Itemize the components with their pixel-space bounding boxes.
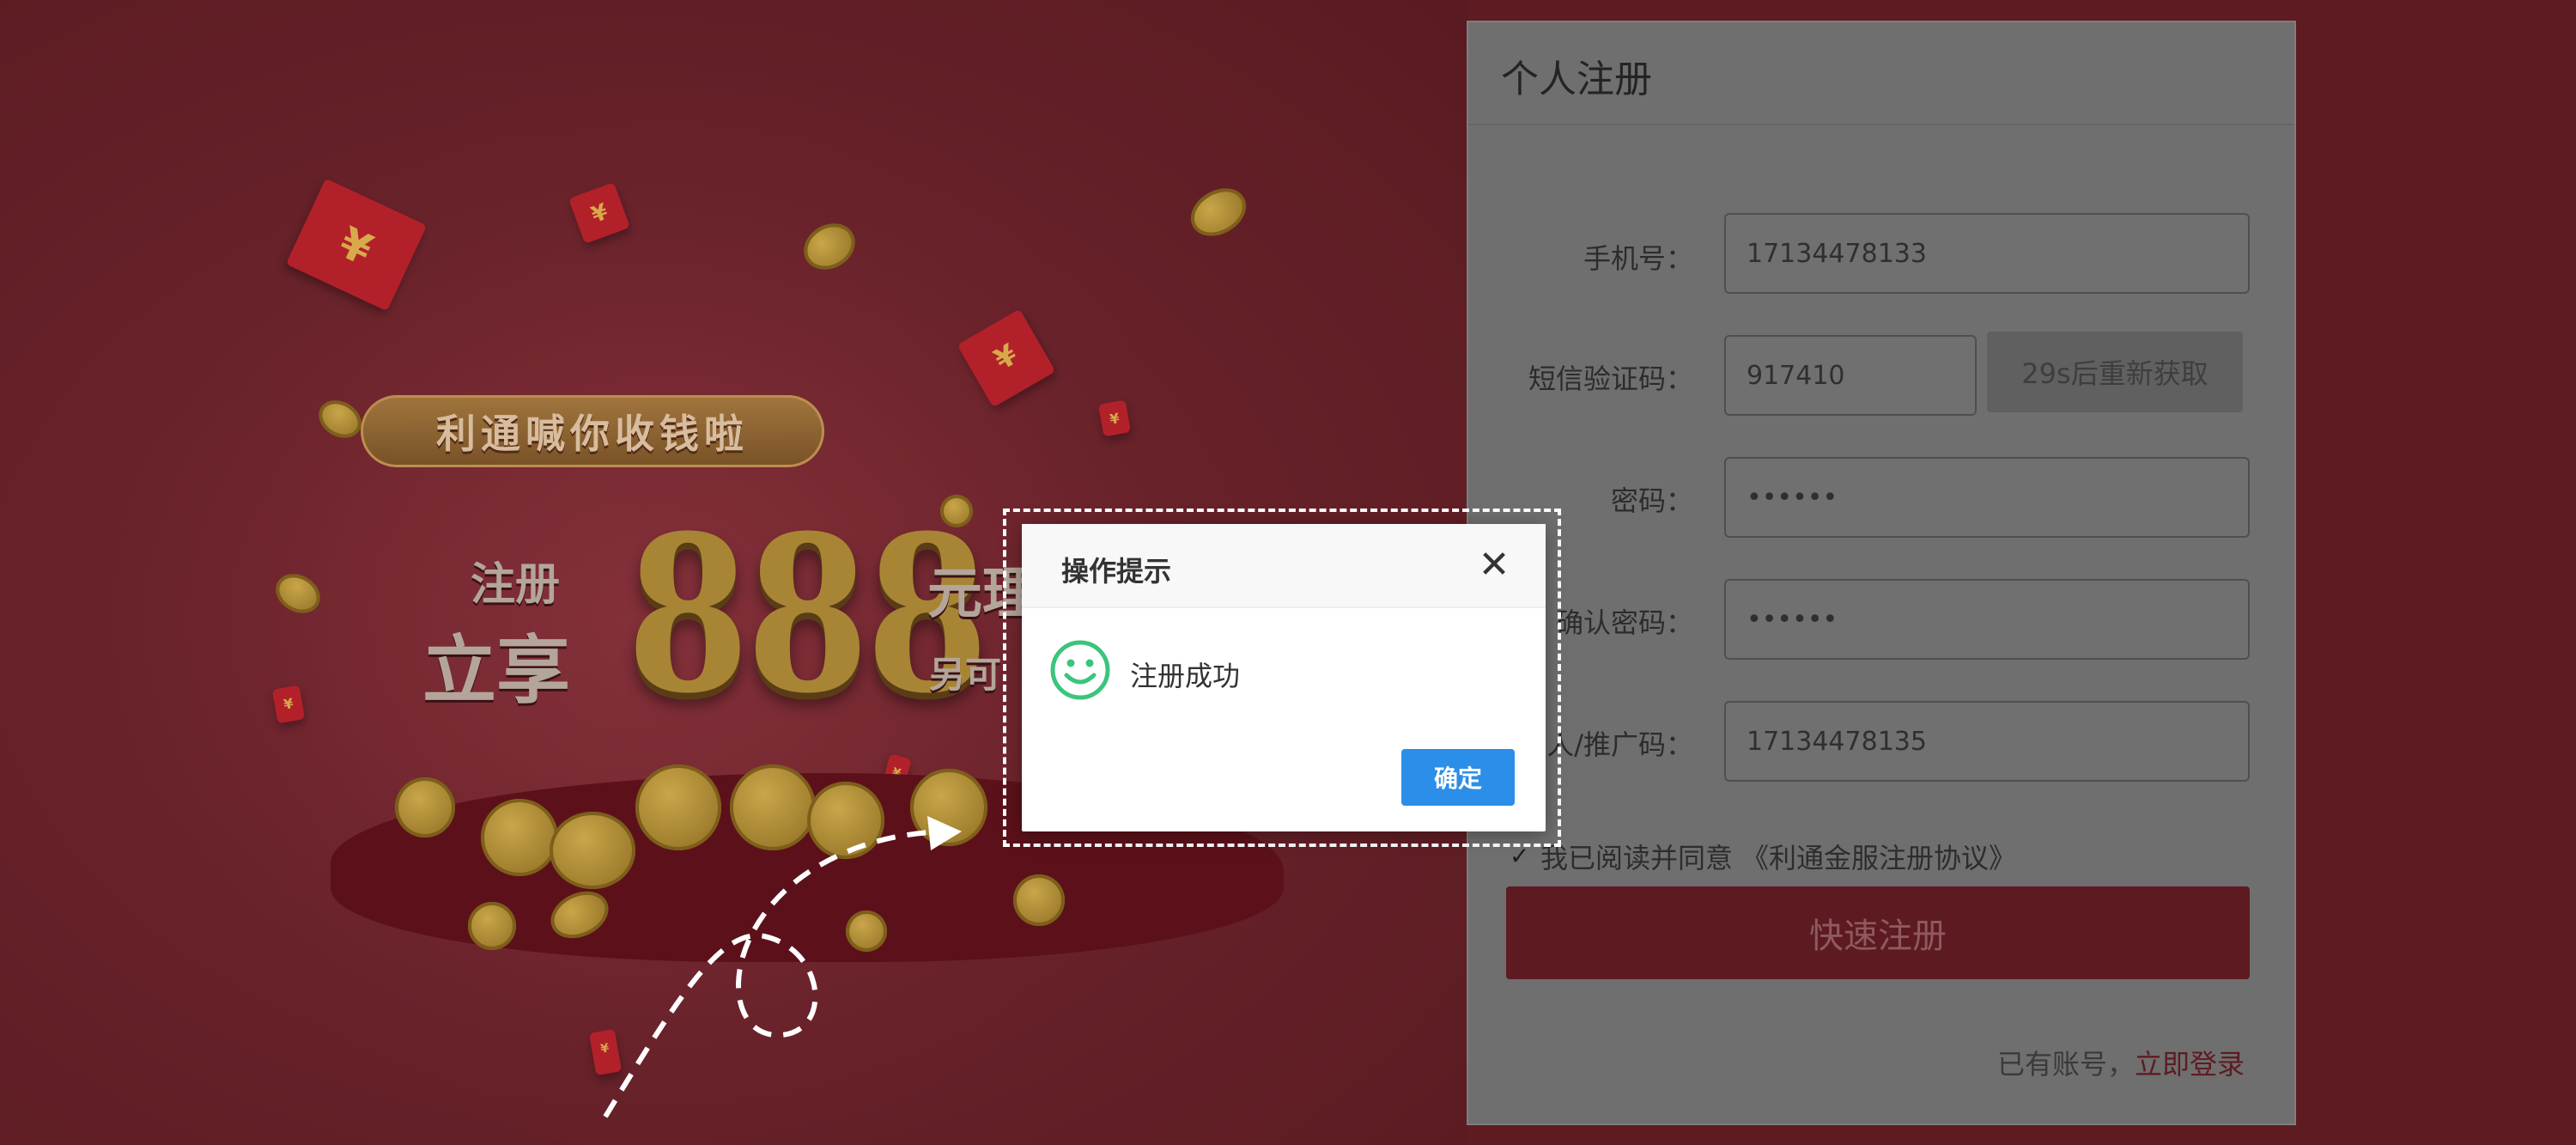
referrer-label: 人/推广码： (1546, 728, 1693, 761)
confirm-password-label: 确认密码： (1555, 606, 1693, 639)
smile-icon (1050, 640, 1110, 700)
dialog-body: 注册成功 确定 (1022, 608, 1546, 831)
promo-suffix-bottom: 另可 (929, 654, 1002, 696)
dialog-title: 操作提示 (1061, 555, 1172, 588)
operation-tip-dialog: 操作提示 ✕ 注册成功 确定 (1022, 524, 1546, 831)
register-panel: 个人注册 手机号： 17134478133 短信验证码： 917410 29s后… (1467, 21, 2296, 1125)
coin-icon (1182, 179, 1255, 246)
password-label: 密码： (1610, 484, 1693, 517)
coin-icon (468, 902, 516, 950)
agreement-row: ✓ 我已阅读并同意 《利通金服注册协议》 (1510, 837, 2016, 876)
phone-input[interactable]: 17134478133 (1724, 213, 2250, 294)
confirm-button[interactable]: 确定 (1401, 749, 1515, 806)
red-envelope-icon (1097, 399, 1132, 437)
sms-code-label: 短信验证码： (1528, 362, 1693, 395)
coin-icon (481, 799, 558, 876)
agree-text: 我已阅读并同意 (1540, 842, 1734, 874)
phone-label: 手机号： (1583, 242, 1693, 275)
has-account-text: 已有账号， (1996, 1048, 2135, 1081)
coin-icon (1013, 874, 1065, 926)
dialog-message: 注册成功 (1130, 660, 1241, 692)
confirm-password-input[interactable]: •••••• (1724, 579, 2250, 660)
referrer-input[interactable]: 17134478135 (1724, 701, 2250, 782)
agreement-link[interactable]: 《利通金服注册协议》 (1741, 837, 2016, 876)
password-input[interactable]: •••••• (1724, 457, 2250, 538)
dashed-arrow-icon (603, 816, 962, 1118)
red-envelope-icon (271, 685, 306, 724)
sms-code-input[interactable]: 917410 (1724, 335, 1977, 416)
login-prompt: 已有账号，立即登录 (1997, 1043, 2245, 1082)
close-icon[interactable]: ✕ (1473, 545, 1515, 586)
checkbox-checked-icon[interactable]: ✓ (1510, 844, 1532, 868)
promo-line2: 立享 (422, 628, 570, 714)
resend-code-button[interactable]: 29s后重新获取 (1987, 332, 2243, 412)
dialog-header: 操作提示 ✕ (1022, 524, 1546, 608)
promo-line1: 注册 (471, 559, 561, 611)
divider (1468, 124, 2294, 125)
quick-register-button[interactable]: 快速注册 (1506, 886, 2250, 979)
coin-icon (395, 777, 455, 837)
panel-title: 个人注册 (1501, 58, 1652, 101)
promo-banner: 利通喊你收钱啦 (361, 395, 824, 467)
login-link[interactable]: 立即登录 (2135, 1048, 2245, 1081)
